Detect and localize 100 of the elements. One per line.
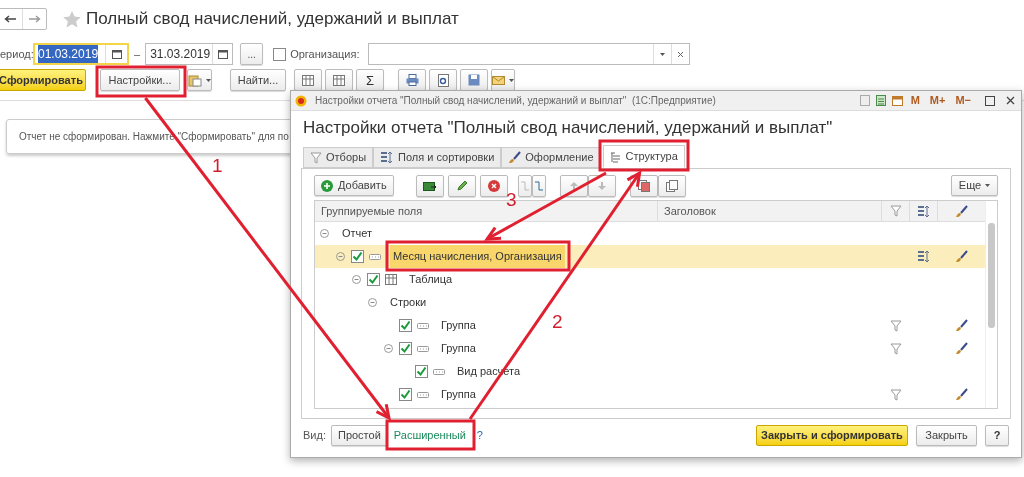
tab[interactable]: Структура [602,145,685,168]
copy-icon [637,179,650,192]
caret-icon [659,52,665,56]
tree-label: Таблица [408,272,454,288]
date-field[interactable]: 01.03.2019 [33,43,129,65]
range-dash: – [134,46,141,62]
print-button[interactable] [398,69,426,91]
checkbox[interactable] [399,342,412,355]
tree-label: Группа [440,387,477,403]
variants-button[interactable] [187,69,212,91]
selected-row[interactable]: Месяц начисления, Организация [315,245,985,268]
dialog-heading: Настройки отчета "Полный свод начислений, удержаний и выплат" [303,117,833,139]
filter-icon [890,388,902,401]
table-icon [302,74,314,86]
help-link[interactable]: ? [476,427,483,444]
collapse-icon [384,344,393,353]
calendar-icon [217,49,228,59]
field-icon [417,345,429,352]
filter-icon [889,205,902,217]
memory-button[interactable]: M+ [927,92,948,109]
organization-label: Организация: [290,46,360,62]
checkbox[interactable] [273,47,287,61]
arrows-icon [518,179,531,192]
arrow-down-icon [596,180,607,191]
collapse-groups-button[interactable] [294,69,322,91]
checkbox[interactable] [415,365,428,378]
column-header: Заголовок [658,201,882,221]
calendar-icon [891,95,903,106]
save-button[interactable] [460,69,488,91]
envelope-icon [492,75,505,85]
date-field[interactable]: 31.03.2019 [145,43,234,65]
generate-button[interactable]: Сформировать [0,69,86,91]
date-value: 01.03.2019 [38,45,99,63]
maximize-icon [985,95,995,106]
field-icon [433,368,445,375]
find-button[interactable]: Найти... [230,69,286,91]
edit-button[interactable] [447,174,476,197]
field-icon [417,322,429,329]
caret-icon [206,78,211,82]
memory-button[interactable]: M− [953,92,973,109]
checkbox[interactable] [399,319,412,332]
clipboard-icon [188,73,202,87]
organization-field[interactable] [367,43,690,65]
caret-icon [985,184,991,187]
sort-icon [380,151,395,164]
field-icon [417,391,429,398]
arrows-icon [532,179,545,192]
checkbox[interactable] [399,388,412,401]
checkbox[interactable] [351,250,364,263]
tab[interactable]: Отборы [303,147,374,168]
preview-button[interactable] [429,69,457,91]
field-icon [369,253,381,260]
annotation-number: 2 [552,312,563,331]
tab[interactable]: Поля и сортировки [373,147,502,168]
mail-button[interactable] [491,69,515,91]
arrow-up-icon [568,180,579,191]
settings-button[interactable]: Настройки... [100,69,180,91]
view-option[interactable]: Простой [330,425,388,446]
document-icon [859,95,870,106]
collapse-icon [336,252,345,261]
close-generate-button[interactable]: Закрыть и сформировать [756,425,908,446]
tree-label: Группа [440,318,477,334]
floppy-icon [468,74,480,86]
delete-button[interactable] [479,174,508,197]
sort-icon [917,250,931,263]
collapse-icon [352,275,361,284]
brush-icon [955,319,968,332]
sort-icon [916,204,931,218]
paste-button[interactable] [657,174,686,197]
brush-icon [955,250,968,263]
move-button[interactable] [517,174,532,197]
memory-button[interactable]: M [908,92,922,109]
tab[interactable]: Оформление [501,147,601,168]
close-dialog-button[interactable]: Закрыть [916,425,977,446]
period-label: ериод: [0,46,33,62]
arrow-left-icon [4,15,16,23]
new-folder-button[interactable] [415,174,444,197]
expand-groups-button[interactable] [325,69,353,91]
star-icon [63,10,81,28]
collapse-icon [368,298,377,307]
page-title: Полный свод начислений, удержаний и выплат [86,8,459,31]
more-button[interactable]: Еще [951,175,998,196]
checkbox[interactable] [367,273,380,286]
brush-icon [508,151,522,164]
scrollbar[interactable] [985,201,997,408]
add-button[interactable]: Добавить [314,175,394,196]
brush-icon [955,204,968,218]
help-button[interactable]: ? [985,425,1009,446]
copy-icon [665,179,678,192]
magnifier-icon [437,73,449,87]
caret-icon [509,78,514,82]
filter-icon [890,342,902,355]
sum-button[interactable]: Σ [356,69,384,91]
period-button[interactable]: ... [240,43,264,65]
printer-icon [405,74,419,86]
tree-label: Отчет [341,226,374,242]
maximize-button[interactable] [983,93,997,108]
calendar-icon [111,49,122,59]
table-icon [385,274,397,285]
plus-icon [321,179,333,192]
